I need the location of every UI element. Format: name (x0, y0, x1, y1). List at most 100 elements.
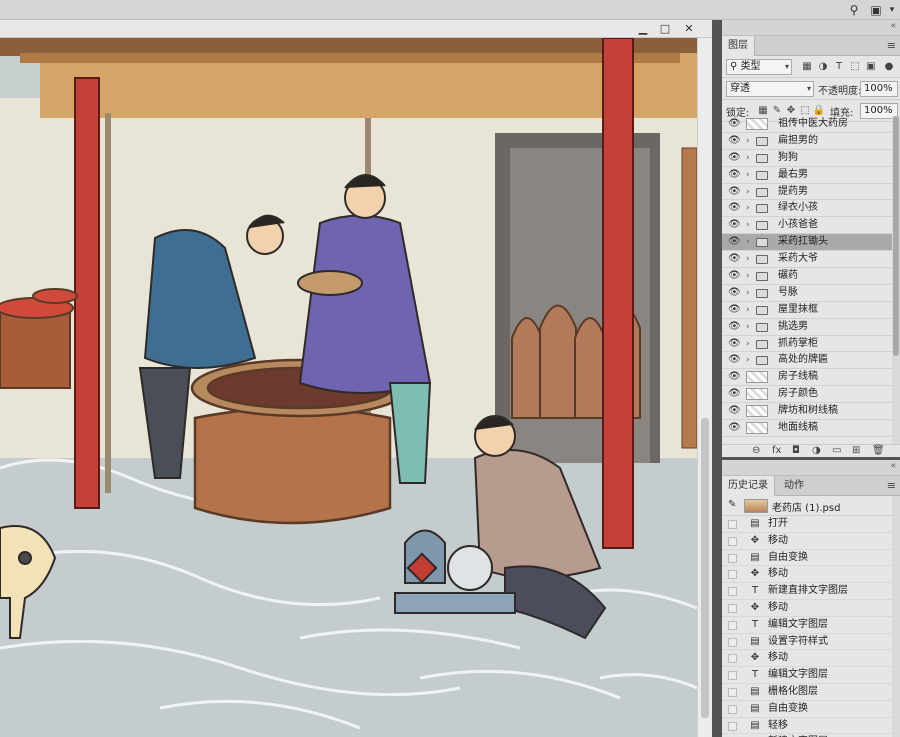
folder-icon[interactable]: ▭ (832, 445, 841, 456)
layer-row[interactable]: 👁 › 号脉 (722, 285, 892, 302)
history-step[interactable]: ▤ 自由变换 (722, 701, 892, 718)
history-step[interactable]: ▤ 自由变换 (722, 550, 892, 567)
history-step[interactable]: ✥ 移动 (722, 533, 892, 550)
filter-pixel-icon[interactable]: ▦ (800, 60, 814, 74)
adjustment-icon[interactable]: ◑ (812, 445, 821, 456)
filter-shape-icon[interactable]: ⬚ (848, 60, 862, 74)
visibility-eye-icon[interactable]: 👁 (728, 268, 741, 284)
artwork-canvas[interactable] (0, 38, 697, 737)
history-step[interactable]: T 编辑文字图层 (722, 667, 892, 684)
layer-row[interactable]: 👁 › 扁担男的 (722, 133, 892, 150)
filter-toggle-icon[interactable]: ● (882, 60, 896, 74)
history-scrollbar[interactable] (892, 496, 900, 737)
history-source-checkbox[interactable] (728, 570, 737, 580)
blend-mode-select[interactable]: 穿透 ▾ (726, 81, 814, 97)
history-step[interactable]: ✥ 移动 (722, 650, 892, 668)
layer-row[interactable]: 👁 › 抓药掌柜 (722, 336, 892, 353)
visibility-eye-icon[interactable]: 👁 (728, 403, 741, 419)
filter-smart-object-icon[interactable]: ▣ (864, 60, 878, 74)
layer-row[interactable]: 👁 地面线稿 (722, 420, 892, 437)
visibility-eye-icon[interactable]: 👁 (728, 352, 741, 368)
visibility-eye-icon[interactable]: 👁 (728, 200, 741, 216)
visibility-eye-icon[interactable]: 👁 (728, 285, 741, 301)
chevron-right-icon[interactable]: › (746, 234, 750, 250)
restore-button[interactable]: □ (654, 21, 676, 36)
layer-row[interactable]: 👁 › 碾药 (722, 268, 892, 285)
filter-type-icon[interactable]: T (832, 60, 846, 74)
layer-row[interactable]: 👁 祖传中医大药房 (722, 116, 892, 133)
history-source-checkbox[interactable] (728, 587, 737, 597)
layer-row[interactable]: 👁 房子线稿 (722, 369, 892, 387)
mask-icon[interactable]: ◘ (792, 445, 800, 456)
history-step[interactable]: ▤ 栅格化图层 (722, 684, 892, 701)
panel-menu-icon[interactable]: ≡ (887, 479, 896, 492)
tab-history[interactable]: 历史记录 (722, 476, 775, 496)
layer-row[interactable]: 👁 › 采药扛锄头 (722, 234, 892, 252)
history-snapshot[interactable]: ✎ 老药店 (1).psd (722, 496, 892, 516)
filter-adjustment-icon[interactable]: ◑ (816, 60, 830, 74)
layer-row[interactable]: 👁 牌坊和树线稿 (722, 403, 892, 421)
history-source-checkbox[interactable] (728, 620, 737, 630)
search-icon[interactable]: ⚲ (846, 2, 862, 18)
opacity-field[interactable]: 100% (860, 81, 898, 97)
history-source-checkbox[interactable] (728, 637, 737, 647)
layer-row[interactable]: 👁 › 采药大爷 (722, 251, 892, 269)
visibility-eye-icon[interactable]: 👁 (728, 302, 741, 318)
chevron-right-icon[interactable]: › (746, 200, 750, 216)
visibility-eye-icon[interactable]: 👁 (728, 319, 741, 335)
history-source-checkbox[interactable] (728, 536, 737, 546)
history-source-checkbox[interactable] (728, 687, 737, 697)
history-source-checkbox[interactable] (728, 603, 737, 613)
chevron-right-icon[interactable]: › (746, 150, 750, 166)
layer-row[interactable]: 👁 房子颜色 (722, 386, 892, 404)
visibility-eye-icon[interactable]: 👁 (728, 167, 741, 183)
layers-scrollbar[interactable] (892, 116, 900, 444)
history-step[interactable]: ✥ 移动 (722, 600, 892, 617)
history-step[interactable]: ▤ 设置字符样式 (722, 634, 892, 651)
layer-row[interactable]: 👁 › 狗狗 (722, 150, 892, 167)
minimize-button[interactable]: ▁ (632, 21, 654, 36)
visibility-eye-icon[interactable]: 👁 (728, 116, 741, 132)
visibility-eye-icon[interactable]: 👁 (728, 386, 741, 402)
chevron-right-icon[interactable]: › (746, 319, 750, 335)
visibility-eye-icon[interactable]: 👁 (728, 420, 741, 436)
layer-row[interactable]: 👁 › 挑选男 (722, 319, 892, 336)
filter-kind-select[interactable]: ⚲ 类型 ▾ (726, 59, 792, 75)
panel-menu-icon[interactable]: ≡ (887, 39, 896, 52)
history-source-checkbox[interactable] (728, 654, 737, 664)
canvas-scroll-thumb[interactable] (701, 418, 709, 718)
fx-icon[interactable]: fx (772, 445, 781, 456)
chevron-right-icon[interactable]: › (746, 217, 750, 233)
collapse-icon[interactable]: « (890, 21, 896, 31)
trash-icon[interactable]: 🗑 (872, 445, 885, 456)
layer-row[interactable]: 👁 › 小孩爸爸 (722, 217, 892, 235)
tab-layers[interactable]: 图层 (722, 36, 755, 56)
new-layer-icon[interactable]: ⊞ (852, 445, 860, 456)
layer-row[interactable]: 👁 › 屋里抹框 (722, 302, 892, 319)
chevron-right-icon[interactable]: › (746, 133, 750, 149)
visibility-eye-icon[interactable]: 👁 (728, 251, 741, 267)
history-brush-icon[interactable]: ✎ (728, 499, 736, 510)
layer-row[interactable]: 👁 › 绿衣小孩 (722, 200, 892, 218)
visibility-eye-icon[interactable]: 👁 (728, 184, 741, 200)
chevron-right-icon[interactable]: › (746, 302, 750, 318)
visibility-eye-icon[interactable]: 👁 (728, 133, 741, 149)
chevron-right-icon[interactable]: › (746, 167, 750, 183)
chevron-right-icon[interactable]: › (746, 251, 750, 267)
visibility-eye-icon[interactable]: 👁 (728, 336, 741, 352)
link-icon[interactable]: ⊖ (752, 445, 760, 456)
chevron-right-icon[interactable]: › (746, 336, 750, 352)
collapse-icon[interactable]: « (890, 461, 896, 471)
close-button[interactable]: ✕ (678, 21, 700, 36)
tab-actions[interactable]: 动作 (778, 476, 810, 496)
visibility-eye-icon[interactable]: 👁 (728, 217, 741, 233)
history-step[interactable]: T 编辑文字图层 (722, 617, 892, 634)
chevron-right-icon[interactable]: › (746, 184, 750, 200)
layer-row[interactable]: 👁 › 提药男 (722, 184, 892, 201)
history-source-checkbox[interactable] (728, 520, 737, 529)
history-step[interactable]: ▤ 打开 (722, 516, 892, 533)
history-source-checkbox[interactable] (728, 553, 737, 563)
chevron-right-icon[interactable]: › (746, 352, 750, 368)
canvas-vertical-scrollbar[interactable] (697, 38, 712, 737)
chevron-right-icon[interactable]: › (746, 268, 750, 284)
